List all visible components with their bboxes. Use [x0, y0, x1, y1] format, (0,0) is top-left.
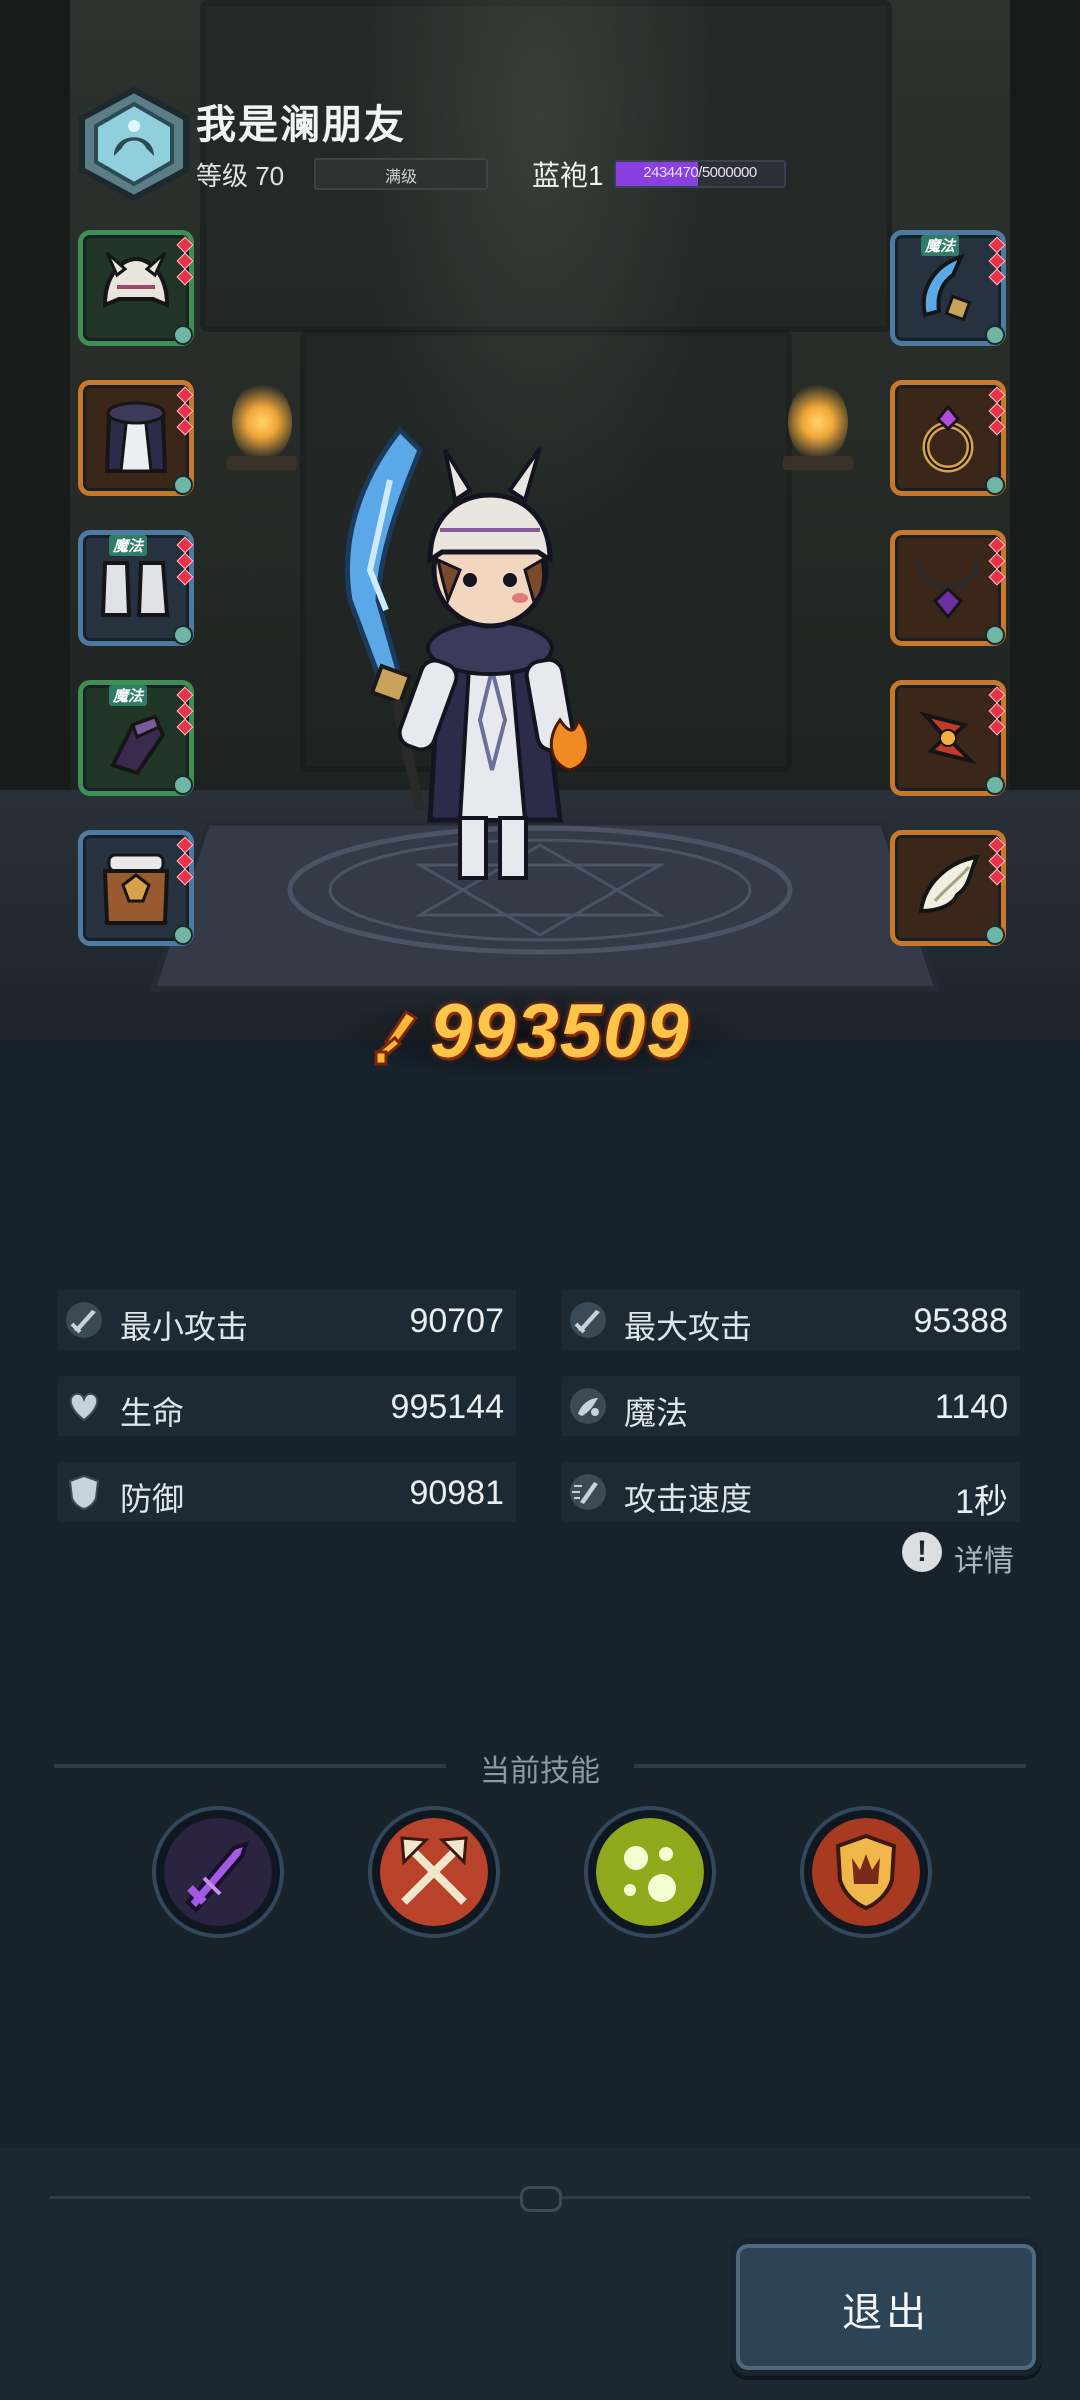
equip-slot-charm[interactable] — [890, 680, 1006, 796]
sword-icon — [66, 1302, 102, 1338]
slot-corner-icon — [985, 625, 1005, 645]
skill-purple-sword[interactable] — [152, 1806, 284, 1938]
rank-progress-text: 2434470/5000000 — [643, 164, 757, 181]
gem-indicators — [176, 836, 194, 887]
necklace-icon — [916, 560, 980, 620]
slot-corner-icon — [173, 925, 193, 945]
stat-value: 90707 — [409, 1302, 504, 1340]
equip-slot-wings[interactable] — [890, 830, 1006, 946]
shield-crest-skill-icon — [812, 1818, 920, 1926]
ring-icon — [922, 404, 974, 473]
hero-character — [345, 426, 590, 880]
helmet-icon — [102, 251, 170, 309]
stat-label: 最大攻击 — [624, 1309, 753, 1345]
skills-divider-left — [54, 1764, 446, 1768]
gem-indicators — [988, 236, 1006, 287]
stat-label: 生命 — [120, 1395, 185, 1431]
gem-indicators — [988, 836, 1006, 887]
gem-indicators — [176, 386, 194, 437]
equip-slot-belt[interactable] — [78, 830, 194, 946]
slot-corner-icon — [985, 775, 1005, 795]
sword-icon — [570, 1302, 606, 1338]
info-icon: ! — [902, 1532, 942, 1572]
level-progress-bar: 满级 — [314, 158, 488, 190]
stat-label: 攻击速度 — [624, 1481, 753, 1517]
combat-power-value: 993509 — [430, 989, 690, 1074]
stat-label: 防御 — [120, 1481, 185, 1517]
weapon-icon — [921, 253, 972, 322]
slot-corner-icon — [173, 475, 193, 495]
right-torch-base — [783, 456, 853, 470]
skill-poison-bubbles[interactable] — [584, 1806, 716, 1938]
skills-divider-right — [634, 1764, 1026, 1768]
stat-value: 995144 — [390, 1388, 504, 1426]
skill-crossed-axes[interactable] — [368, 1806, 500, 1938]
equip-slot-ring[interactable] — [890, 380, 1006, 496]
crossed-axes-skill-icon — [380, 1818, 488, 1926]
slot-corner-icon — [985, 325, 1005, 345]
slot-corner-icon — [173, 625, 193, 645]
left-torch — [232, 382, 292, 462]
level-bar-text: 满级 — [384, 169, 417, 186]
gem-indicators — [988, 686, 1006, 737]
magic-icon — [570, 1388, 606, 1424]
gem-indicators — [176, 536, 194, 587]
slot-corner-icon — [173, 775, 193, 795]
left-pillar — [0, 0, 70, 860]
heart-icon — [69, 1392, 99, 1422]
equip-slot-boots[interactable]: 魔法 — [78, 530, 194, 646]
stat-max-attack: 最大攻击 95388 — [562, 1290, 1020, 1350]
stat-value: 1140 — [934, 1388, 1008, 1426]
sword-power-icon — [374, 1009, 419, 1066]
gloves-icon — [110, 714, 166, 776]
rank-emblem-icon — [79, 86, 189, 202]
gem-indicators — [988, 386, 1006, 437]
shield-icon — [68, 1474, 100, 1511]
belt-icon — [102, 853, 170, 925]
player-name: 我是澜朋友 — [196, 103, 406, 147]
equip-slot-weapon[interactable]: 魔法 — [890, 230, 1006, 346]
level-label: 等级 70 — [196, 161, 285, 191]
wings-icon — [918, 854, 981, 914]
right-pillar — [1010, 0, 1080, 860]
stat-magic: 魔法 1140 — [562, 1376, 1020, 1436]
poison-bubbles-skill-icon — [596, 1818, 704, 1926]
speed-icon — [570, 1474, 606, 1510]
purple-sword-skill-icon — [164, 1818, 272, 1926]
stat-min-attack: 最小攻击 90707 — [58, 1290, 516, 1350]
slot-corner-icon — [985, 475, 1005, 495]
skill-shield-crest[interactable] — [800, 1806, 932, 1938]
rank-progress-bar: 2434470/5000000 — [614, 160, 786, 188]
left-torch-base — [227, 456, 297, 470]
exit-button-label: 退出 — [842, 2291, 930, 2335]
divider-ornament — [520, 2186, 562, 2212]
exit-button[interactable]: 退出 — [730, 2238, 1042, 2376]
equip-slot-necklace[interactable] — [890, 530, 1006, 646]
stat-label: 魔法 — [624, 1395, 689, 1431]
slot-corner-icon — [985, 925, 1005, 945]
slot-corner-icon — [173, 325, 193, 345]
equip-slot-gloves[interactable]: 魔法 — [78, 680, 194, 796]
armor-icon — [104, 401, 168, 473]
charm-icon — [919, 711, 978, 765]
right-torch — [788, 382, 848, 462]
stat-attack-speed: 攻击速度 1秒 — [562, 1462, 1020, 1522]
equip-slot-helmet[interactable] — [78, 230, 194, 346]
gem-indicators — [176, 686, 194, 737]
gem-indicators — [176, 236, 194, 287]
gem-indicators — [988, 536, 1006, 587]
skills-title: 当前技能 — [480, 1755, 600, 1788]
stat-defense: 防御 90981 — [58, 1462, 516, 1522]
stat-label: 最小攻击 — [120, 1309, 249, 1345]
rank-label: 蓝袍1 — [532, 160, 604, 191]
stat-value: 1秒 — [955, 1483, 1008, 1521]
stat-value: 90981 — [409, 1474, 504, 1512]
details-label: 详情 — [954, 1545, 1014, 1578]
boots-icon — [100, 561, 170, 617]
stat-value: 95388 — [913, 1302, 1008, 1340]
equip-slot-armor[interactable] — [78, 380, 194, 496]
stat-hp: 生命 995144 — [58, 1376, 516, 1436]
